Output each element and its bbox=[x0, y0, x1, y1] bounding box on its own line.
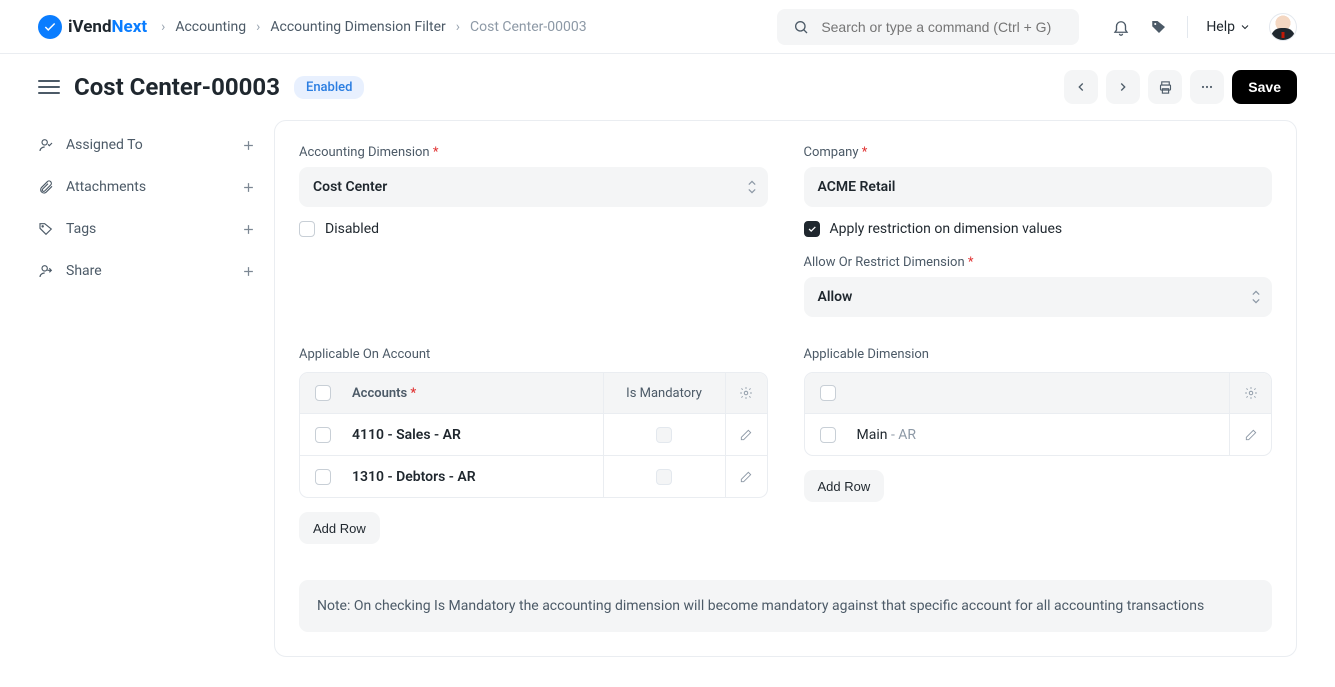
tag-icon[interactable] bbox=[1149, 17, 1169, 37]
mandatory-col-label: Is Mandatory bbox=[603, 373, 725, 413]
help-menu[interactable]: Help bbox=[1206, 19, 1251, 35]
accounts-col-label: Accounts bbox=[352, 386, 416, 401]
table-header bbox=[805, 373, 1272, 413]
disabled-checkbox[interactable] bbox=[299, 221, 315, 237]
table-header: Accounts Is Mandatory bbox=[300, 373, 767, 413]
table-row[interactable]: 1310 - Debtors - AR bbox=[300, 455, 767, 497]
sidebar-item-share[interactable]: Share bbox=[38, 250, 256, 292]
sidebar-item-label: Assigned To bbox=[66, 137, 143, 153]
allow-restrict-label: Allow Or Restrict Dimension bbox=[804, 255, 1273, 270]
search-input[interactable] bbox=[821, 19, 1065, 35]
add-row-button-dimensions[interactable]: Add Row bbox=[804, 470, 885, 502]
row-checkbox[interactable] bbox=[820, 427, 836, 443]
edit-icon[interactable] bbox=[1229, 414, 1271, 455]
tag-icon bbox=[38, 221, 56, 237]
disabled-label: Disabled bbox=[325, 221, 379, 237]
accounts-section-title: Applicable On Account bbox=[299, 347, 768, 362]
mandatory-note: Note: On checking Is Mandatory the accou… bbox=[299, 580, 1272, 632]
row-checkbox[interactable] bbox=[315, 469, 331, 485]
company-select[interactable]: ACME Retail bbox=[804, 167, 1273, 207]
apply-restriction-checkbox[interactable] bbox=[804, 221, 820, 237]
accounts-table: Accounts Is Mandatory 4110 - Sales - AR … bbox=[299, 372, 768, 498]
search-box[interactable] bbox=[777, 9, 1079, 45]
page-title: Cost Center-00003 bbox=[74, 73, 280, 101]
menu-toggle-icon[interactable] bbox=[38, 76, 60, 98]
breadcrumb-current: Cost Center-00003 bbox=[470, 19, 587, 35]
sidebar-item-tags[interactable]: Tags bbox=[38, 208, 256, 250]
next-button[interactable] bbox=[1106, 70, 1140, 104]
select-caret-icon bbox=[748, 180, 756, 194]
account-cell[interactable]: 4110 - Sales - AR bbox=[346, 427, 603, 443]
sidebar-item-attachments[interactable]: Attachments bbox=[38, 166, 256, 208]
company-value: ACME Retail bbox=[818, 179, 896, 195]
prev-button[interactable] bbox=[1064, 70, 1098, 104]
row-checkbox[interactable] bbox=[315, 427, 331, 443]
avatar[interactable] bbox=[1269, 13, 1297, 41]
dimensions-table: Main - AR bbox=[804, 372, 1273, 456]
disabled-checkbox-row[interactable]: Disabled bbox=[299, 221, 768, 237]
add-row-button-accounts[interactable]: Add Row bbox=[299, 512, 380, 544]
sidebar-item-label: Tags bbox=[66, 221, 96, 237]
search-icon bbox=[791, 17, 811, 37]
paperclip-icon bbox=[38, 179, 56, 195]
gear-icon[interactable] bbox=[1229, 373, 1271, 413]
plus-icon[interactable] bbox=[241, 138, 256, 153]
main-panel: Accounting Dimension Cost Center Disable… bbox=[274, 120, 1297, 657]
chevron-right-icon: › bbox=[161, 19, 165, 35]
chevron-right-icon: › bbox=[256, 19, 260, 35]
select-all-checkbox[interactable] bbox=[315, 385, 331, 401]
account-cell[interactable]: 1310 - Debtors - AR bbox=[346, 469, 603, 485]
apply-restriction-row[interactable]: Apply restriction on dimension values bbox=[804, 221, 1273, 237]
accounting-dimension-value: Cost Center bbox=[313, 179, 387, 195]
sidebar-item-label: Attachments bbox=[66, 179, 146, 195]
status-badge: Enabled bbox=[294, 76, 365, 99]
company-label: Company bbox=[804, 145, 1273, 160]
bell-icon[interactable] bbox=[1111, 17, 1131, 37]
edit-icon[interactable] bbox=[725, 456, 767, 497]
accounting-dimension-label: Accounting Dimension bbox=[299, 145, 768, 160]
logo-text-1: iVend bbox=[68, 17, 112, 37]
select-all-checkbox[interactable] bbox=[820, 385, 836, 401]
topbar: iVendNext › Accounting › Accounting Dime… bbox=[0, 0, 1335, 54]
top-icons: Help bbox=[1111, 13, 1297, 41]
plus-icon[interactable] bbox=[241, 264, 256, 279]
dimension-suffix: - AR bbox=[887, 427, 916, 443]
plus-icon[interactable] bbox=[241, 222, 256, 237]
plus-icon[interactable] bbox=[241, 180, 256, 195]
allow-restrict-select[interactable]: Allow bbox=[804, 277, 1273, 317]
help-label: Help bbox=[1206, 19, 1235, 35]
mandatory-checkbox[interactable] bbox=[656, 469, 672, 485]
sidebar-item-label: Share bbox=[66, 263, 102, 279]
select-caret-icon bbox=[1252, 290, 1260, 304]
sidebar-item-assigned-to[interactable]: Assigned To bbox=[38, 124, 256, 166]
breadcrumb-dimension-filter[interactable]: Accounting Dimension Filter bbox=[270, 19, 445, 35]
logo-icon bbox=[38, 15, 62, 39]
titlebar: Cost Center-00003 Enabled Save bbox=[0, 54, 1335, 120]
save-button[interactable]: Save bbox=[1232, 70, 1297, 104]
breadcrumb: › Accounting › Accounting Dimension Filt… bbox=[161, 19, 587, 35]
chevron-right-icon: › bbox=[456, 19, 460, 35]
print-button[interactable] bbox=[1148, 70, 1182, 104]
table-row[interactable]: Main - AR bbox=[805, 413, 1272, 455]
user-check-icon bbox=[38, 137, 56, 153]
logo-text-2: Next bbox=[112, 17, 148, 37]
sidebar: Assigned To Attachments Tags Share bbox=[38, 120, 256, 657]
dimensions-section-title: Applicable Dimension bbox=[804, 347, 1273, 362]
title-actions: Save bbox=[1064, 70, 1297, 104]
more-button[interactable] bbox=[1190, 70, 1224, 104]
logo[interactable]: iVendNext bbox=[38, 15, 147, 39]
gear-icon[interactable] bbox=[725, 373, 767, 413]
divider bbox=[1187, 16, 1188, 38]
accounting-dimension-select[interactable]: Cost Center bbox=[299, 167, 768, 207]
mandatory-checkbox[interactable] bbox=[656, 427, 672, 443]
apply-restriction-label: Apply restriction on dimension values bbox=[830, 221, 1063, 237]
table-row[interactable]: 4110 - Sales - AR bbox=[300, 413, 767, 455]
edit-icon[interactable] bbox=[725, 414, 767, 455]
share-icon bbox=[38, 263, 56, 279]
breadcrumb-accounting[interactable]: Accounting bbox=[175, 19, 246, 35]
dimension-cell[interactable]: Main bbox=[857, 427, 888, 443]
allow-restrict-value: Allow bbox=[818, 289, 853, 305]
